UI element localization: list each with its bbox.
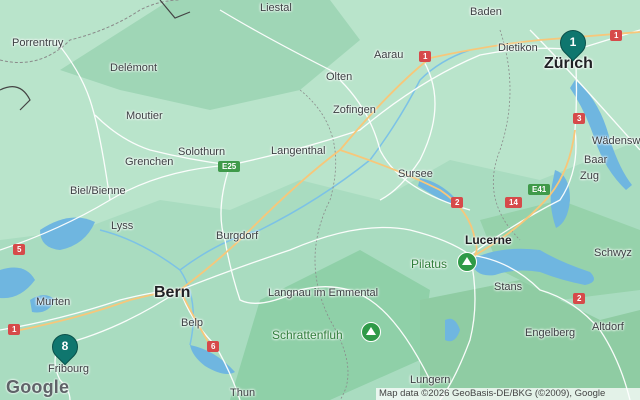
town-label: Engelberg — [525, 327, 576, 339]
peak-label: Pilatus — [411, 257, 448, 271]
town-label: Moutier — [126, 110, 163, 122]
map-attribution[interactable]: Map data ©2026 GeoBasis-DE/BKG (©2009), … — [376, 388, 640, 400]
road-shield: 5 — [13, 244, 26, 255]
mountain-icon[interactable] — [457, 252, 477, 272]
city-label: Bern — [154, 284, 191, 301]
town-label: Stans — [494, 281, 523, 293]
town-label: Porrentruy — [12, 37, 64, 49]
town-label: Thun — [230, 387, 256, 399]
road-shield: 14 — [505, 197, 522, 208]
town-label: Olten — [326, 71, 353, 83]
town-label: Schwyz — [594, 247, 632, 259]
road-shield: 2 — [451, 197, 464, 208]
road-shield: 2 — [573, 293, 586, 304]
town-label: Langnau im Emmental — [268, 287, 379, 299]
map-canvas[interactable]: 1 1 3 E25 E41 2 14 5 2 6 1 Liestal Baden… — [0, 0, 640, 400]
town-label: Langenthal — [271, 145, 326, 157]
town-label: Delémont — [110, 62, 158, 74]
town-label: Zofingen — [333, 104, 376, 116]
town-label: Sursee — [398, 168, 433, 180]
town-label: Liestal — [260, 2, 292, 14]
town-label: Lyss — [111, 220, 134, 232]
map-marker-1[interactable]: 1 — [554, 24, 592, 64]
town-label: Solothurn — [178, 146, 226, 158]
town-label: Zug — [580, 170, 599, 182]
town-label: Aarau — [374, 49, 404, 61]
road-shield: E41 — [528, 184, 551, 195]
map-marker-8[interactable]: 8 — [46, 328, 84, 368]
city-label: Lucerne — [465, 233, 512, 247]
road-shield: E25 — [218, 161, 241, 172]
town-label: Belp — [181, 317, 204, 329]
town-label: Grenchen — [125, 156, 174, 168]
marker-number: 8 — [61, 339, 69, 353]
road-shield: 3 — [573, 113, 586, 124]
road-shield: 1 — [610, 30, 623, 41]
town-label: Wädenswil — [592, 135, 640, 147]
road-shield: 1 — [419, 51, 432, 62]
town-label: Altdorf — [592, 321, 624, 333]
google-logo: Google — [6, 377, 70, 397]
town-label: Baden — [470, 6, 502, 18]
peak-label: Schrattenfluh — [272, 328, 343, 342]
town-label: Baar — [584, 154, 608, 166]
marker-number: 1 — [569, 35, 577, 49]
town-label: Murten — [36, 296, 71, 308]
town-label: Lungern — [410, 374, 451, 386]
road-shield: 1 — [8, 324, 21, 335]
mountain-icon[interactable] — [361, 322, 381, 342]
town-label: Biel/Bienne — [70, 185, 126, 197]
town-label: Dietikon — [498, 42, 538, 54]
town-label: Burgdorf — [216, 230, 259, 242]
road-shield: 6 — [207, 341, 220, 352]
